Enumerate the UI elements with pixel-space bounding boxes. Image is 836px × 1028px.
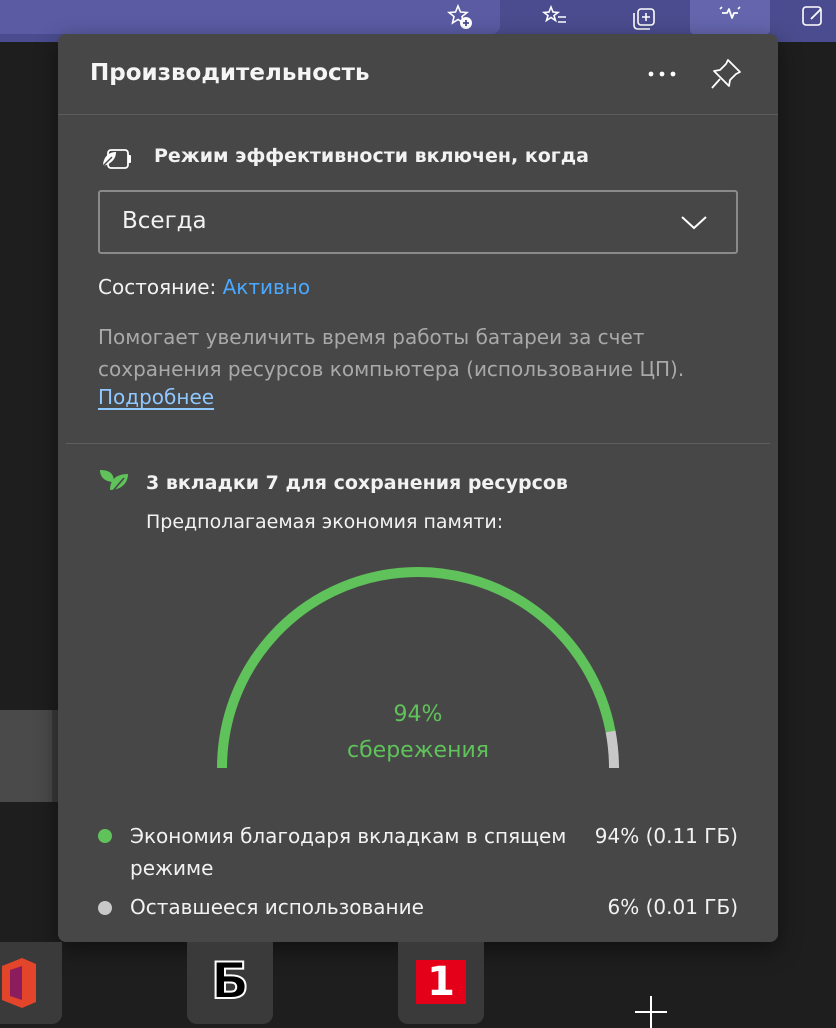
taskbar-b-glyph: Б <box>210 951 250 1011</box>
legend-savings-label: Экономия благодаря вкладкам в спящем реж… <box>130 824 567 880</box>
gauge-label: сбережения <box>347 738 489 763</box>
legend-remaining-value: 6% (0.01 ГБ) <box>607 895 739 919</box>
efficiency-battery-icon <box>102 149 131 169</box>
section-divider <box>66 443 770 444</box>
chevron-down-icon <box>681 216 707 230</box>
heartbeat-icon <box>719 6 741 19</box>
taskbar-app-office[interactable] <box>0 942 62 1024</box>
panel-title: Производительность <box>90 60 370 86</box>
efficiency-heading: Режим эффективности включен, когда <box>154 145 589 167</box>
performance-button[interactable] <box>690 0 770 34</box>
more-options-button[interactable] <box>642 62 682 86</box>
performance-panel: Производительность Режим эффективности в… <box>58 34 778 942</box>
taskbar-app-b[interactable]: Б <box>187 942 273 1024</box>
dropdown-value: Всегда <box>122 208 207 234</box>
pin-icon <box>711 59 741 89</box>
collections-icon <box>633 8 655 30</box>
favorites-button[interactable] <box>515 0 595 34</box>
status-value: Активно <box>222 275 311 299</box>
collections-button[interactable] <box>604 0 684 34</box>
favorites-list-icon <box>541 4 566 23</box>
legend-dot-remaining <box>98 901 112 915</box>
channel-one-logo: 1 <box>416 960 466 1004</box>
status-line: Состояние: Активно <box>98 275 310 299</box>
pin-button[interactable] <box>706 54 746 94</box>
sleeping-tabs-heading: 3 вкладки 7 для сохранения ресурсов <box>146 472 568 494</box>
gauge-percent: 94% <box>393 702 443 727</box>
favorite-add-icon <box>446 3 472 29</box>
add-favorite-button[interactable] <box>420 0 500 34</box>
learn-more-link[interactable]: Подробнее <box>98 385 214 409</box>
panel-header: Производительность <box>58 34 778 115</box>
sleeping-tabs-leaf-icon <box>100 470 128 493</box>
edit-note-icon <box>802 6 822 26</box>
crosshair-cursor-icon <box>635 996 667 1028</box>
legend-savings-value: 94% (0.11 ГБ) <box>594 824 738 848</box>
efficiency-description: Помогает увеличить время работы батареи … <box>98 325 685 381</box>
background-window-fragment <box>0 710 58 802</box>
legend-dot-savings <box>98 829 112 843</box>
efficiency-mode-dropdown[interactable]: Всегда <box>98 190 738 254</box>
more-dots-icon <box>648 71 676 77</box>
taskbar-app-channel-one[interactable]: 1 <box>398 942 484 1024</box>
extensions-button[interactable] <box>790 0 836 34</box>
office-logo-icon <box>2 958 36 1008</box>
memory-savings-label: Предполагаемая экономия памяти: <box>146 511 504 533</box>
legend-remaining-label: Оставшееся использование <box>130 895 424 919</box>
status-label: Состояние: <box>98 275 217 299</box>
